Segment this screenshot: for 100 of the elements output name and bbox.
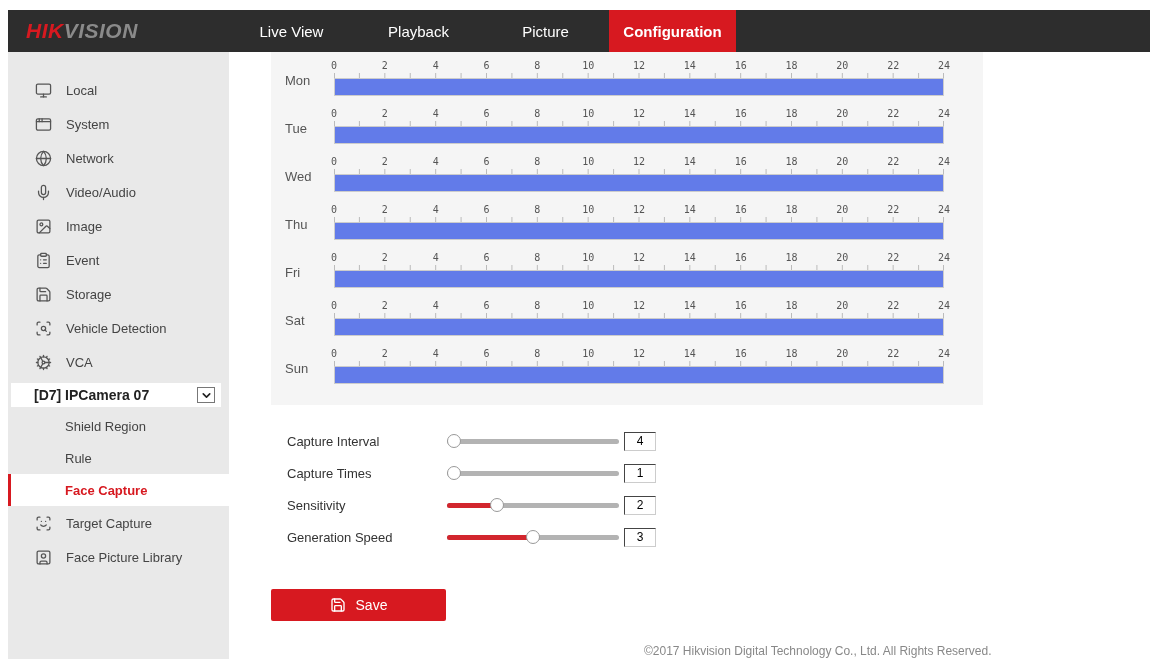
hour-label: 2 — [381, 204, 388, 215]
value-field[interactable]: 2 — [624, 495, 656, 515]
hour-label: 8 — [534, 204, 541, 215]
hour-label: 2 — [381, 348, 388, 359]
day-label: Tue — [284, 121, 308, 138]
sidebar-item[interactable]: VCA — [8, 345, 229, 379]
slider-thumb[interactable] — [447, 434, 461, 448]
hour-label: 6 — [483, 348, 490, 359]
hour-label: 6 — [483, 60, 490, 71]
sidebar-item[interactable]: Vehicle Detection — [8, 311, 229, 345]
hour-label: 10 — [582, 204, 595, 215]
hour-label: 6 — [483, 204, 490, 215]
hour-label: 14 — [683, 300, 696, 311]
globe-icon — [35, 149, 52, 167]
save-button[interactable]: Save — [271, 589, 446, 621]
hour-label: 24 — [938, 348, 950, 359]
channel-select[interactable]: [D7] IPCamera 07 — [11, 383, 221, 407]
hour-label: 24 — [938, 300, 950, 311]
slider-thumb[interactable] — [526, 530, 540, 544]
value-field[interactable]: 4 — [624, 431, 656, 451]
hour-label: 8 — [534, 348, 541, 359]
hour-label: 6 — [483, 108, 490, 119]
hour-label: 2 — [381, 300, 388, 311]
hour-label: 18 — [785, 108, 798, 119]
hour-label: 22 — [887, 156, 900, 167]
hour-label: 8 — [534, 156, 541, 167]
microphone-icon — [35, 183, 52, 201]
hour-label: 16 — [734, 156, 747, 167]
nav-tab[interactable]: Playback — [355, 10, 482, 52]
hour-label: 0 — [331, 300, 337, 311]
sidebar-item[interactable]: System — [8, 107, 229, 141]
hour-label: 22 — [887, 348, 900, 359]
sidebar-item[interactable]: Video/Audio — [8, 175, 229, 209]
schedule-bar[interactable] — [334, 318, 944, 336]
sidebar-item[interactable]: Image — [8, 209, 229, 243]
sidebar-item[interactable]: Event — [8, 243, 229, 277]
hour-label: 8 — [534, 60, 541, 71]
hour-label: 6 — [483, 300, 490, 311]
sidebar-item[interactable]: Face Capture — [8, 474, 229, 506]
hour-label: 10 — [582, 108, 595, 119]
hour-label: 4 — [432, 204, 439, 215]
hour-label: 10 — [582, 60, 595, 71]
day-label: Thu — [284, 217, 309, 234]
scan-search-icon — [35, 319, 52, 337]
schedule-bar[interactable] — [334, 78, 944, 96]
sidebar-item[interactable]: Shield Region — [8, 410, 229, 442]
hour-label: 22 — [887, 108, 900, 119]
sidebar-item[interactable]: Local — [8, 73, 229, 107]
sidebar-item[interactable]: Network — [8, 141, 229, 175]
hour-label: 4 — [432, 348, 439, 359]
hour-label: 2 — [381, 108, 388, 119]
clipboard-icon — [35, 251, 52, 269]
schedule-bar[interactable] — [334, 126, 944, 144]
hour-label: 0 — [331, 60, 337, 71]
sidebar-item[interactable]: Target Capture — [8, 506, 229, 540]
hour-label: 16 — [734, 348, 747, 359]
slider-thumb[interactable] — [447, 466, 461, 480]
hour-label: 12 — [633, 60, 645, 71]
hour-label: 14 — [683, 204, 696, 215]
nav-tab[interactable]: Configuration — [609, 10, 736, 52]
hour-label: 6 — [483, 156, 490, 167]
hour-label: 12 — [633, 156, 645, 167]
hour-label: 18 — [785, 204, 798, 215]
nav-tab[interactable]: Live View — [228, 10, 355, 52]
hour-label: 20 — [836, 252, 849, 263]
value-field[interactable]: 1 — [624, 463, 656, 483]
hour-label: 8 — [534, 252, 541, 263]
hour-label: 22 — [887, 252, 900, 263]
sidebar-item[interactable]: Storage — [8, 277, 229, 311]
hour-label: 22 — [887, 204, 900, 215]
day-label: Mon — [284, 73, 312, 90]
schedule-bar[interactable] — [334, 222, 944, 240]
hour-label: 16 — [734, 204, 747, 215]
scan-face-icon — [35, 514, 52, 532]
slider-thumb[interactable] — [489, 498, 504, 512]
hour-label: 14 — [683, 252, 696, 263]
sidebar-item[interactable]: Rule — [8, 442, 229, 474]
schedule-bar[interactable] — [334, 366, 944, 384]
hour-label: 14 — [683, 108, 696, 119]
hour-label: 14 — [683, 348, 696, 359]
hour-label: 20 — [836, 204, 849, 215]
nav-tab[interactable]: Picture — [482, 10, 609, 52]
hour-label: 14 — [683, 156, 696, 167]
hour-label: 18 — [785, 60, 798, 71]
hour-label: 24 — [938, 108, 950, 119]
slider-label: Generation Speed — [287, 529, 394, 545]
day-label: Fri — [284, 265, 302, 282]
schedule-bar[interactable] — [334, 174, 944, 192]
schedule-bar[interactable] — [334, 270, 944, 288]
hour-label: 0 — [331, 108, 337, 119]
value-field[interactable]: 3 — [624, 527, 656, 547]
sidebar-item[interactable]: Face Picture Library — [8, 540, 229, 574]
hour-label: 20 — [836, 156, 849, 167]
hour-label: 22 — [887, 300, 900, 311]
day-label: Wed — [284, 169, 313, 186]
copyright-text: ©2017 Hikvision Digital Technology Co., Ltd. All Rights Reserved. — [644, 644, 993, 658]
hour-label: 2 — [381, 252, 388, 263]
gear-icon — [35, 353, 52, 371]
hour-label: 16 — [734, 108, 747, 119]
slider-label: Capture Interval — [287, 433, 381, 449]
